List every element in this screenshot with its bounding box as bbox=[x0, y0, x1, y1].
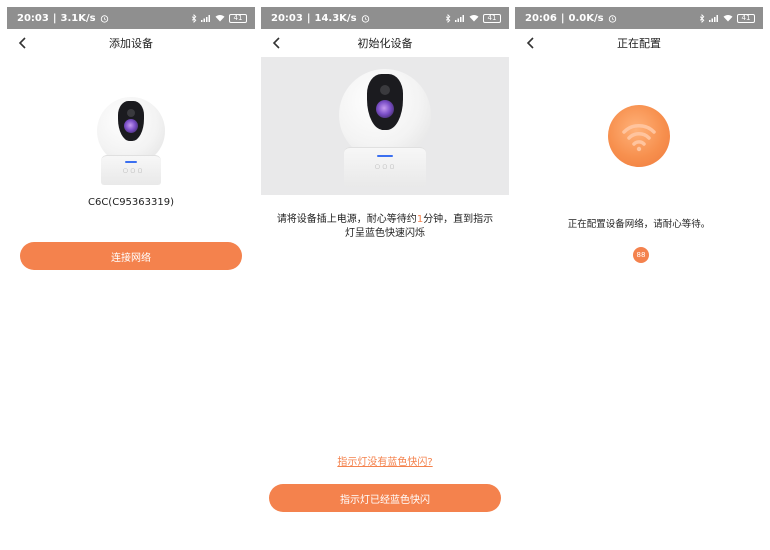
battery-icon: 41 bbox=[483, 13, 501, 23]
instruction-part: 请将设备插上电源，耐心等待约 bbox=[276, 214, 417, 225]
wifi-config-circle bbox=[608, 105, 670, 167]
bluetooth-icon bbox=[445, 13, 451, 23]
alarm-icon bbox=[100, 14, 109, 23]
camera-lens bbox=[376, 100, 394, 118]
nav-bar: 添加设备 bbox=[7, 29, 255, 57]
battery-icon: 41 bbox=[737, 13, 755, 23]
status-separator: | bbox=[560, 12, 565, 24]
wifi-icon bbox=[469, 14, 479, 22]
status-bar: 20:03 | 3.1K/s 41 bbox=[7, 7, 255, 29]
indicator-help-link[interactable]: 指示灯没有蓝色快闪? bbox=[261, 453, 509, 468]
camera-led bbox=[377, 155, 393, 157]
screen-add-device: 20:03 | 3.1K/s 41 添加设备 ▢ ▢ ▢ C6C(C953633… bbox=[7, 7, 255, 543]
status-speed: 14.3K/s bbox=[314, 12, 357, 24]
page-title: 正在配置 bbox=[617, 37, 661, 50]
status-speed: 0.0K/s bbox=[568, 12, 604, 24]
nav-bar: 正在配置 bbox=[515, 29, 763, 57]
status-bar: 20:06 | 0.0K/s 41 bbox=[515, 7, 763, 29]
signal-icon bbox=[455, 14, 465, 22]
nav-bar: 初始化设备 bbox=[261, 29, 509, 57]
bluetooth-icon bbox=[699, 13, 705, 23]
instruction-text: 请将设备插上电源，耐心等待约1分钟，直到指示灯呈蓝色快速闪烁 bbox=[275, 213, 495, 241]
status-time: 20:03 bbox=[271, 12, 303, 24]
status-bar: 20:03 | 14.3K/s 41 bbox=[261, 7, 509, 29]
alarm-icon bbox=[608, 14, 617, 23]
camera-image: ▢ ▢ ▢ bbox=[339, 69, 431, 187]
wifi-icon bbox=[723, 14, 733, 22]
confirm-blinking-button[interactable]: 指示灯已经蓝色快闪 bbox=[269, 484, 501, 512]
back-arrow-icon bbox=[272, 37, 280, 49]
back-arrow-icon bbox=[18, 37, 26, 49]
back-button[interactable] bbox=[521, 33, 541, 53]
bluetooth-icon bbox=[191, 13, 197, 23]
progress-badge: 88 bbox=[633, 247, 649, 263]
status-separator: | bbox=[52, 12, 57, 24]
device-image-panel: ▢ ▢ ▢ bbox=[261, 57, 509, 195]
back-button[interactable] bbox=[267, 33, 287, 53]
device-model: C6C(C95363319) bbox=[87, 197, 174, 208]
connect-network-button[interactable]: 连接网络 bbox=[20, 242, 242, 270]
signal-icon bbox=[201, 14, 211, 22]
page-title: 添加设备 bbox=[109, 37, 153, 50]
camera-image: ▢ ▢ ▢ bbox=[97, 97, 165, 187]
camera-logo: ▢ ▢ ▢ bbox=[375, 164, 395, 170]
status-separator: | bbox=[306, 12, 311, 24]
battery-icon: 41 bbox=[229, 13, 247, 23]
screen-init-device: 20:03 | 14.3K/s 41 初始化设备 ▢ ▢ ▢ 请将设备插上电源，… bbox=[261, 7, 509, 543]
camera-led bbox=[125, 161, 137, 163]
camera-sensor bbox=[127, 109, 135, 117]
back-button[interactable] bbox=[13, 33, 33, 53]
wifi-icon bbox=[622, 124, 656, 152]
back-arrow-icon bbox=[526, 37, 534, 49]
status-time: 20:03 bbox=[17, 12, 49, 24]
screen-configuring: 20:06 | 0.0K/s 41 正在配置 正在配置设备网络，请耐心等待。 8… bbox=[515, 7, 763, 543]
camera-logo: ▢ ▢ ▢ bbox=[123, 168, 143, 174]
camera-sensor bbox=[380, 85, 390, 95]
camera-lens bbox=[124, 119, 138, 133]
status-speed: 3.1K/s bbox=[60, 12, 96, 24]
wifi-icon bbox=[215, 14, 225, 22]
signal-icon bbox=[709, 14, 719, 22]
configuring-message: 正在配置设备网络，请耐心等待。 bbox=[567, 219, 711, 230]
status-time: 20:06 bbox=[525, 12, 557, 24]
page-title: 初始化设备 bbox=[357, 37, 413, 50]
alarm-icon bbox=[361, 14, 370, 23]
